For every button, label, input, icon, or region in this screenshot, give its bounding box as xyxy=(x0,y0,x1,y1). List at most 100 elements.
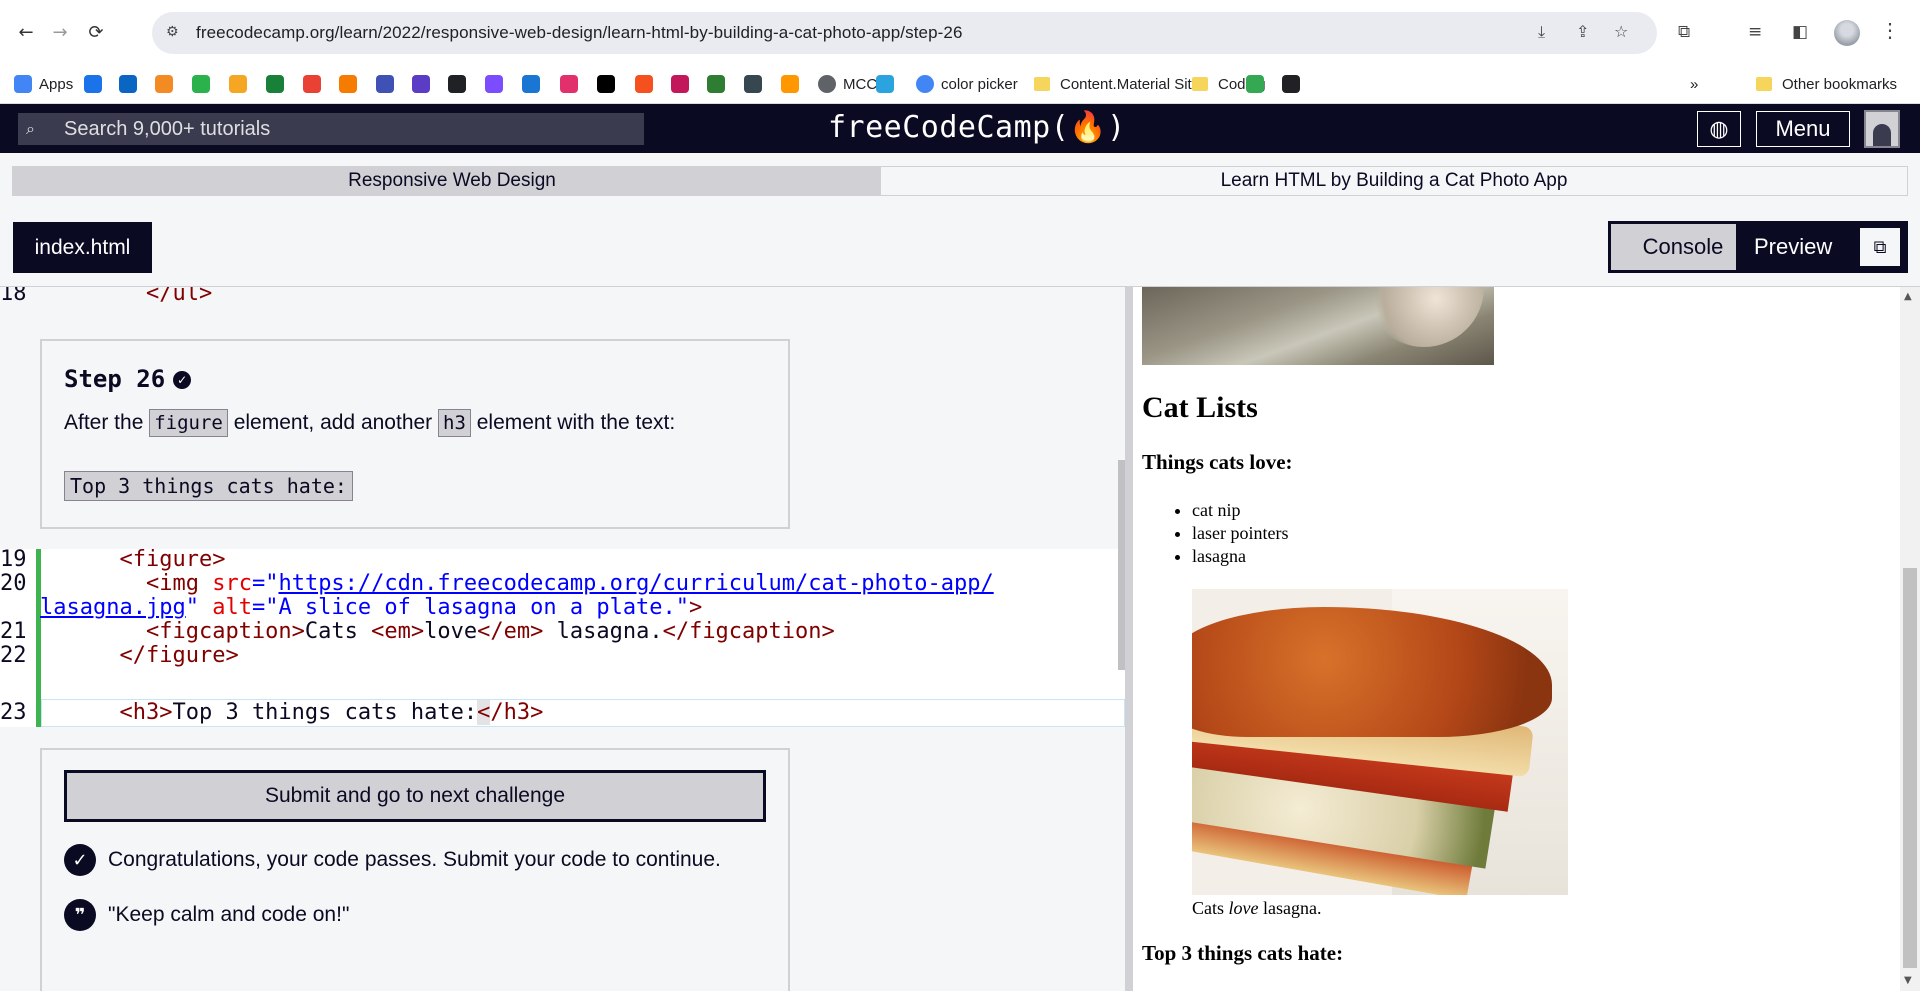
bookmark-item[interactable] xyxy=(155,74,180,94)
code-token: </ul> xyxy=(40,287,213,306)
bookmark-item[interactable]: Apps xyxy=(14,74,73,94)
extensions-icon[interactable]: ⧉ xyxy=(1678,22,1700,44)
folder-icon xyxy=(1192,77,1208,91)
side-panel-icon[interactable]: ◧ xyxy=(1792,22,1814,44)
bookmark-item[interactable] xyxy=(84,74,109,94)
pane-splitter[interactable] xyxy=(1125,287,1133,991)
code-line-23[interactable]: <h3>Top 3 things cats hate:</h3> xyxy=(40,698,543,728)
bookmark-item[interactable] xyxy=(339,74,364,94)
quote-icon: ❞ xyxy=(64,899,96,931)
popout-window-icon[interactable]: ⧉ xyxy=(1858,226,1902,268)
fcc-logo[interactable]: freeCodeCamp(🔥) xyxy=(828,110,1126,145)
quote-text: "Keep calm and code on!" xyxy=(108,903,350,926)
preview-scrollbar-thumb[interactable] xyxy=(1903,568,1917,968)
folder-icon xyxy=(1034,77,1050,91)
other-bookmarks[interactable]: Other bookmarks xyxy=(1756,74,1897,94)
preview-button-label: Preview xyxy=(1754,234,1833,259)
bookmark-item[interactable] xyxy=(192,74,217,94)
more-menu-icon[interactable]: ⋮ xyxy=(1880,18,1900,43)
bookmark-item[interactable] xyxy=(448,74,473,94)
search-input[interactable]: ⌕ Search 9,000+ tutorials xyxy=(18,113,644,145)
bookmark-item[interactable] xyxy=(597,74,622,94)
desc-text: element with the text: xyxy=(470,411,676,434)
google-icon xyxy=(916,75,934,93)
lasagna-caption: Cats love lasagna. xyxy=(1192,898,1321,919)
profile-avatar[interactable] xyxy=(1834,20,1860,46)
reload-icon[interactable]: ⟳ xyxy=(84,20,108,44)
bookmark-icon-4 xyxy=(192,75,210,93)
bookmark-item[interactable]: color picker xyxy=(916,74,1018,94)
scroll-up-arrow-icon[interactable]: ▲ xyxy=(1904,291,1912,302)
code-token: Cats xyxy=(304,619,372,644)
desc-text: element, add another xyxy=(227,411,439,434)
bookmark-item[interactable] xyxy=(412,74,437,94)
bookmark-item[interactable]: MCC xyxy=(818,74,877,94)
bookmark-item[interactable] xyxy=(707,74,732,94)
bookmark-item[interactable] xyxy=(485,74,510,94)
breadcrumb-block[interactable]: Learn HTML by Building a Cat Photo App xyxy=(880,166,1908,196)
bookmarks-overflow-icon[interactable]: » xyxy=(1690,74,1698,94)
scroll-down-arrow-icon[interactable]: ▼ xyxy=(1904,975,1912,986)
back-arrow-icon[interactable]: ← xyxy=(14,20,38,44)
bookmark-item[interactable] xyxy=(671,74,696,94)
code-token: Top 3 things cats hate: xyxy=(172,700,478,725)
bookmark-icon-12 xyxy=(485,75,503,93)
code-token: /h3> xyxy=(490,700,544,725)
line-number: 20 xyxy=(0,571,27,596)
linkedin-icon xyxy=(119,75,137,93)
caption-text: lasagna. xyxy=(1258,898,1322,918)
preview-heading-hate: Top 3 things cats hate: xyxy=(1142,941,1344,965)
language-globe-icon[interactable]: ◍ xyxy=(1697,111,1741,147)
user-avatar[interactable] xyxy=(1864,110,1900,148)
address-url[interactable]: freecodecamp.org/learn/2022/responsive-w… xyxy=(196,23,963,43)
code-token: </em> xyxy=(477,619,544,644)
bookmark-label: color picker xyxy=(941,75,1018,93)
code-editor[interactable]: 18 </ul> Step 26 ✓ After the figure eleme… xyxy=(0,287,1125,991)
bookmark-item[interactable] xyxy=(522,74,547,94)
bookmark-star-icon[interactable]: ☆ xyxy=(1614,22,1636,44)
forward-arrow-icon[interactable]: → xyxy=(48,20,72,44)
bookmark-item[interactable] xyxy=(635,74,660,94)
browser-toolbar: ← → ⟳ ⚙ freecodecamp.org/learn/2022/resp… xyxy=(0,0,1920,64)
site-info-icon[interactable]: ⚙ xyxy=(166,24,184,42)
bookmark-item[interactable] xyxy=(744,74,769,94)
bookmark-icon-10b xyxy=(1246,75,1264,93)
bookmark-item[interactable] xyxy=(1282,74,1307,94)
address-bar[interactable]: ⚙ freecodecamp.org/learn/2022/responsive… xyxy=(152,12,1657,54)
bookmark-item[interactable] xyxy=(303,74,328,94)
step-title-text: Step 26 xyxy=(64,365,166,393)
bookmark-icon-10 xyxy=(412,75,430,93)
install-app-icon[interactable]: ⤓ xyxy=(1538,22,1560,44)
bookmark-icon-3 xyxy=(155,75,173,93)
share-icon[interactable]: ⇪ xyxy=(1576,22,1598,44)
bookmark-item[interactable] xyxy=(266,74,291,94)
code-token: </figcaption> xyxy=(662,619,835,644)
bookmark-item[interactable] xyxy=(229,74,254,94)
breadcrumb-superblock[interactable]: Responsive Web Design xyxy=(12,166,892,196)
other-bookmarks-label: Other bookmarks xyxy=(1782,75,1898,93)
cat-photo-image[interactable] xyxy=(1142,287,1494,365)
editor-scrollbar[interactable] xyxy=(1118,460,1125,670)
code-token: < xyxy=(477,700,491,725)
bookmark-item[interactable] xyxy=(781,74,806,94)
check-circle-icon: ✓ xyxy=(64,844,96,876)
bookmark-item[interactable] xyxy=(1246,74,1271,94)
bookmark-icon-6 xyxy=(266,75,284,93)
preview-heading-cat-lists: Cat Lists xyxy=(1142,391,1258,424)
tiktok-icon xyxy=(597,75,615,93)
bookmark-icon-13 xyxy=(522,75,540,93)
breadcrumb: Responsive Web Design Learn HTML by Buil… xyxy=(12,166,1908,196)
submit-next-button[interactable]: Submit and go to next challenge xyxy=(64,770,766,822)
bookmark-item[interactable] xyxy=(560,74,585,94)
bookmark-item[interactable]: Content.Material Site xyxy=(1034,74,1200,94)
bookmark-item[interactable] xyxy=(376,74,401,94)
menu-button[interactable]: Menu xyxy=(1756,111,1850,147)
preview-button[interactable]: Preview ⧉ xyxy=(1736,221,1908,273)
bookmark-item[interactable] xyxy=(876,74,901,94)
tab-index-html[interactable]: index.html xyxy=(13,222,152,273)
media-control-icon[interactable]: ≡ xyxy=(1748,22,1770,44)
preview-heading-love: Things cats love: xyxy=(1142,450,1293,474)
bookmark-item[interactable] xyxy=(119,74,144,94)
code-line-18[interactable]: </ul> xyxy=(40,287,212,309)
code-line-22[interactable]: </figure> xyxy=(40,641,238,671)
